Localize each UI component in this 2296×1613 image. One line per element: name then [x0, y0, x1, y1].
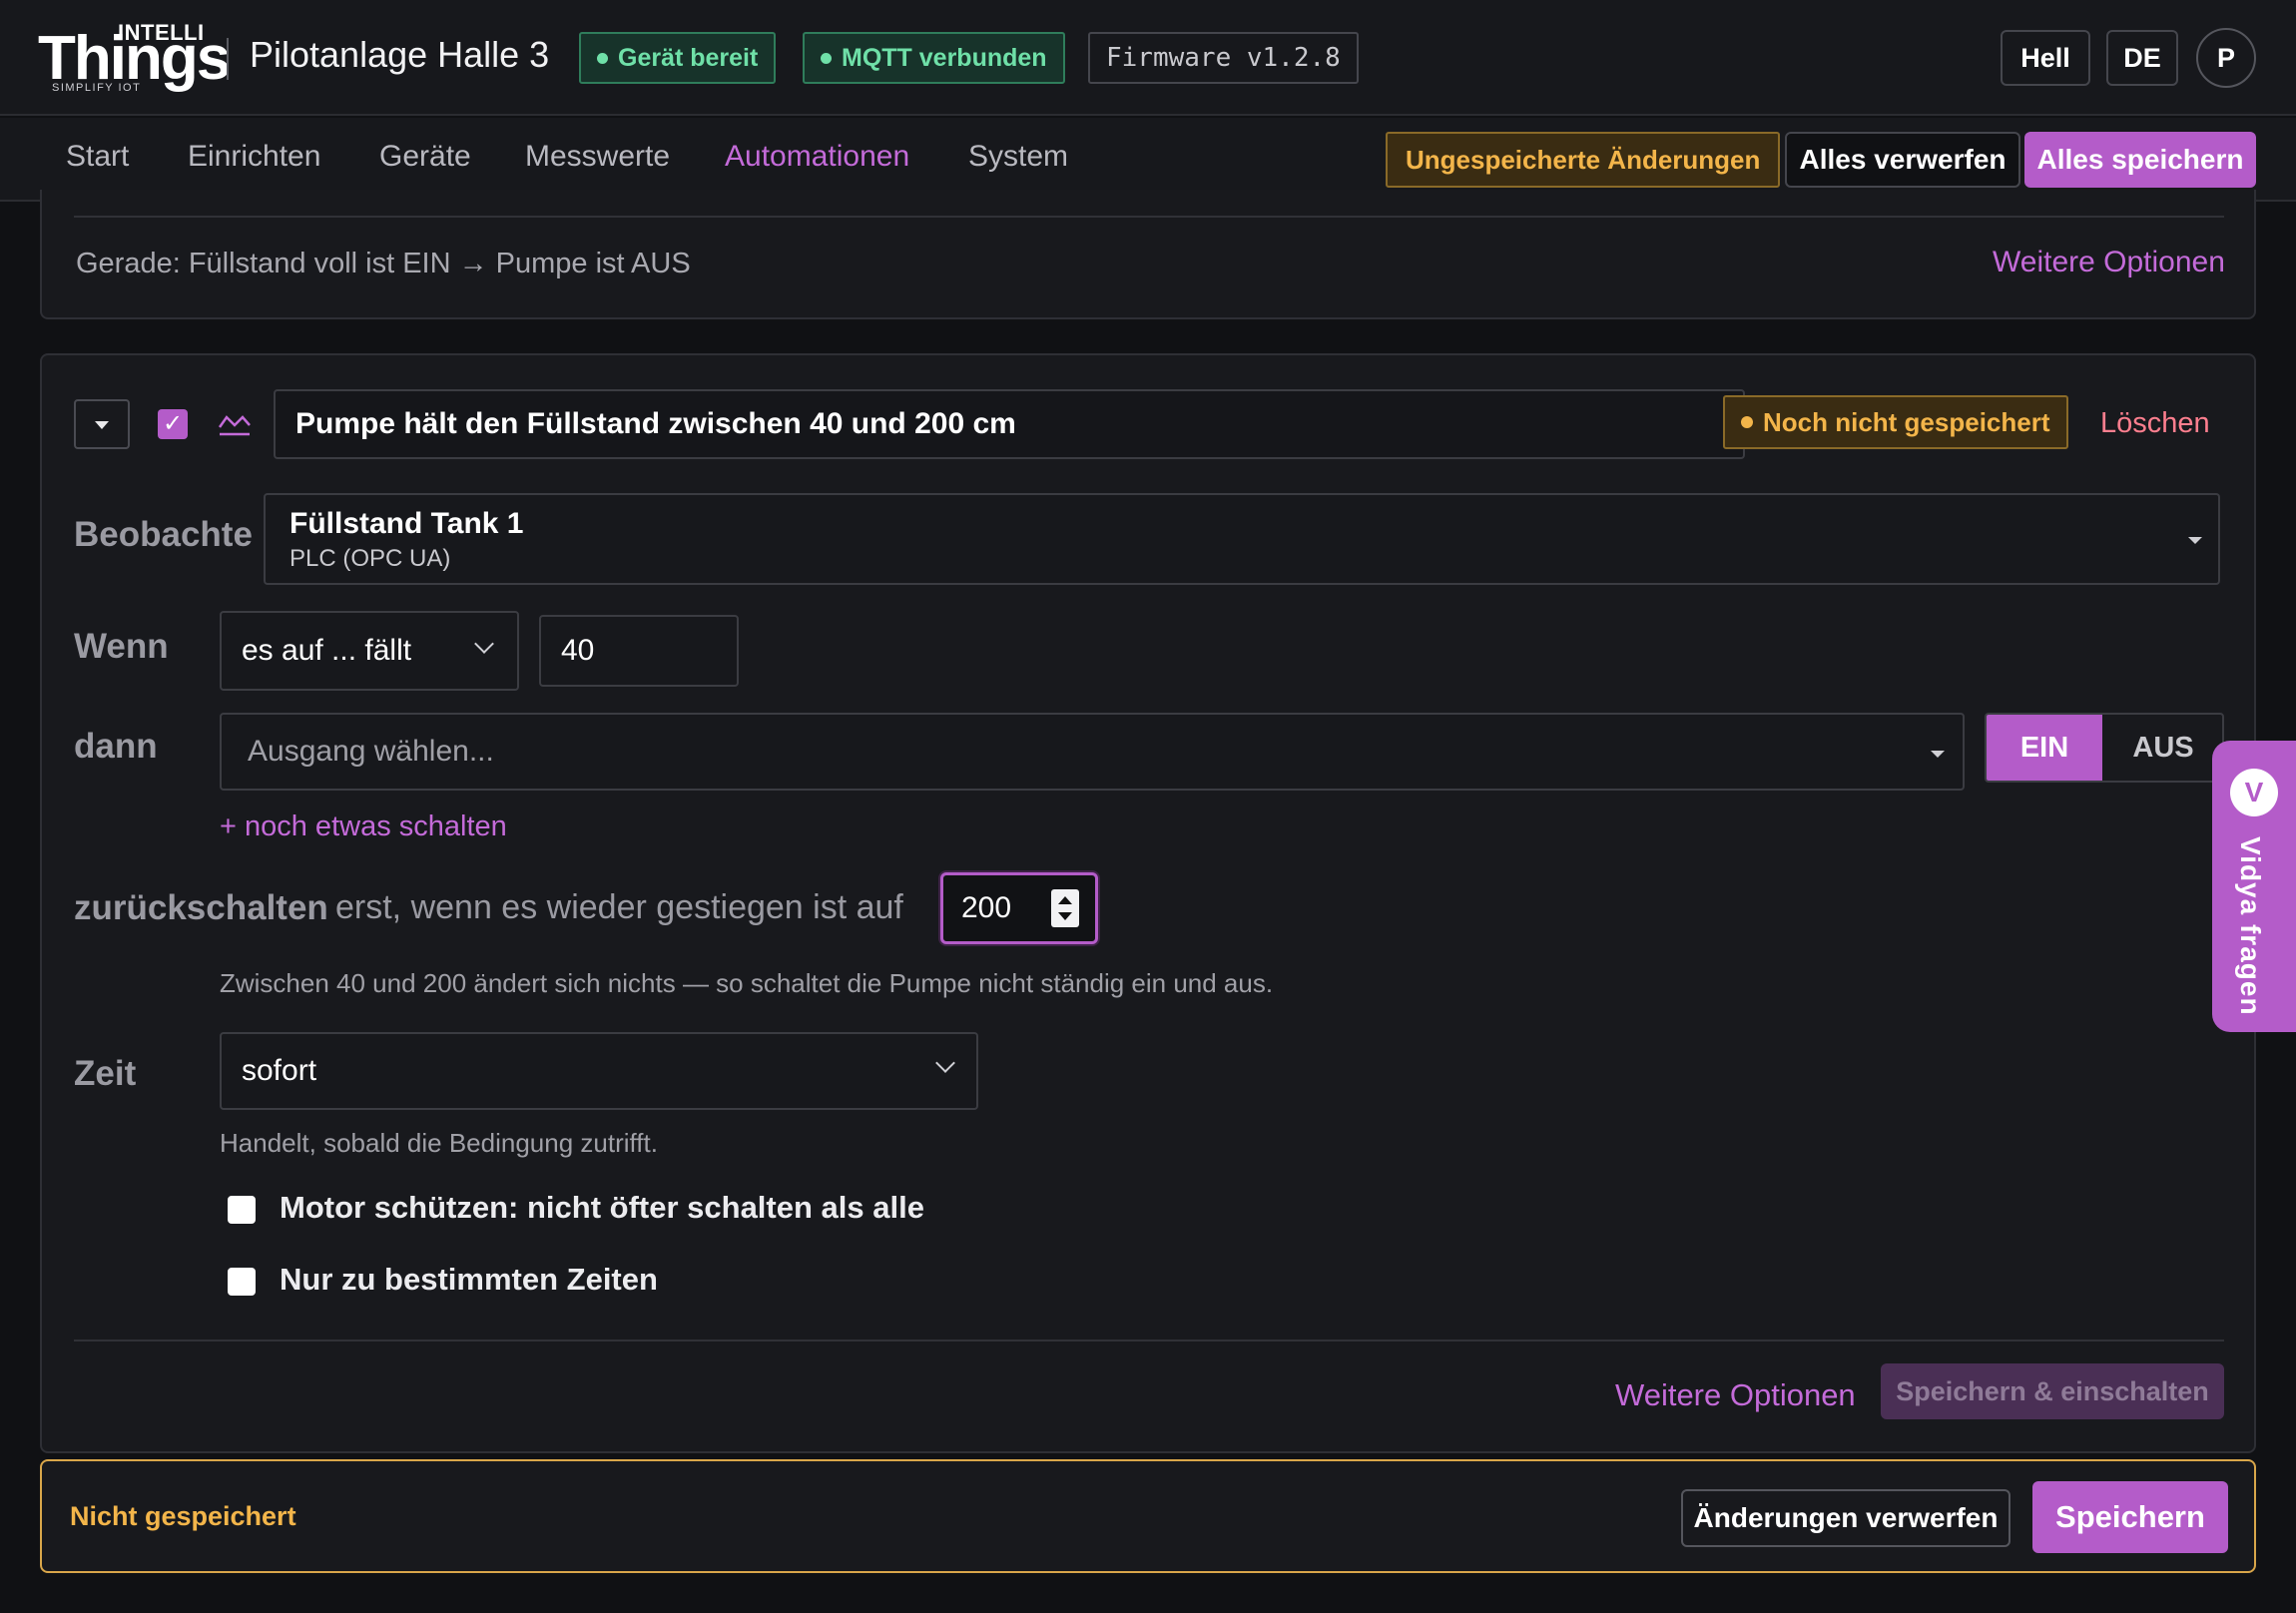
mqtt-status-text: MQTT verbunden	[842, 44, 1047, 72]
language-button[interactable]: DE	[2106, 30, 2178, 86]
caret-down-icon	[2188, 537, 2202, 544]
observe-label: Beobachte	[74, 515, 253, 554]
discard-changes-button[interactable]: Änderungen verwerfen	[1681, 1489, 2010, 1547]
collapse-toggle-button[interactable]	[74, 399, 130, 449]
motor-protect-checkbox[interactable]	[228, 1196, 256, 1224]
save-all-button[interactable]: Alles speichern	[2024, 132, 2256, 188]
caret-down-icon	[1931, 751, 1945, 758]
tab-geraete[interactable]: Geräte	[379, 140, 471, 174]
tab-messwerte[interactable]: Messwerte	[525, 140, 670, 174]
more-options-link[interactable]: Weitere Optionen	[1615, 1377, 1856, 1413]
chevron-down-icon	[935, 1053, 955, 1073]
threshold-input[interactable]: 40	[539, 615, 739, 687]
hysteresis-hint: Zwischen 40 und 200 ändert sich nichts —…	[220, 968, 1274, 998]
device-status-text: Gerät bereit	[618, 44, 759, 72]
divider	[74, 216, 2224, 218]
status-dot-icon	[597, 53, 608, 64]
output-placeholder: Ausgang wählen...	[248, 735, 494, 768]
sensor-name: Füllstand Tank 1	[289, 507, 524, 540]
on-off-toggle: EIN AUS	[1985, 713, 2224, 783]
tab-system[interactable]: System	[968, 140, 1068, 174]
top-bar: INTELLI Things SIMPLIFY IOT Pilotanlage …	[0, 0, 2296, 116]
when-label: Wenn	[74, 627, 169, 666]
time-hint: Handelt, sobald die Bedingung zutrifft.	[220, 1128, 658, 1158]
time-window-checkbox[interactable]	[228, 1268, 256, 1296]
sensor-select[interactable]: Füllstand Tank 1 PLC (OPC UA)	[264, 493, 2220, 585]
rule-unsaved-badge: Noch nicht gespeichert	[1723, 395, 2068, 449]
condition-value: es auf ... fällt	[242, 634, 412, 667]
hysteresis-icon	[218, 415, 251, 436]
firmware-badge: Firmware v1.2.8	[1088, 32, 1359, 84]
site-name: Pilotanlage Halle 3	[250, 34, 550, 75]
discard-all-button[interactable]: Alles verwerfen	[1785, 132, 2020, 188]
switch-back-label: zurückschalten	[74, 888, 328, 927]
previous-rule-card: Gerade: Füllstand voll ist EIN → Pumpe i…	[40, 190, 2256, 319]
off-option-button[interactable]: AUS	[2102, 715, 2222, 781]
rule-editor-card: ✓ Pumpe hält den Füllstand zwischen 40 u…	[40, 353, 2256, 1453]
assistant-side-tab[interactable]: V Vidya fragen	[2212, 741, 2296, 1032]
chevron-down-icon	[474, 634, 494, 654]
rule-status-text: Noch nicht gespeichert	[1763, 407, 2050, 437]
user-avatar[interactable]: P	[2196, 28, 2256, 88]
delete-rule-link[interactable]: Löschen	[2100, 407, 2210, 440]
rule-title-input[interactable]: Pumpe hält den Füllstand zwischen 40 und…	[274, 389, 1745, 459]
tab-start[interactable]: Start	[66, 140, 129, 174]
number-spinner-icon[interactable]	[1051, 889, 1079, 927]
header-divider	[227, 38, 229, 80]
then-label: dann	[74, 727, 158, 766]
add-action-link[interactable]: + noch etwas schalten	[220, 810, 507, 843]
switch-back-text: erst, wenn es wieder gestiegen ist auf	[335, 888, 903, 926]
warning-dot-icon	[1741, 416, 1753, 428]
save-and-enable-button[interactable]: Speichern & einschalten	[1881, 1363, 2224, 1419]
tab-automationen[interactable]: Automationen	[725, 140, 909, 174]
footer-status-text: Nicht gespeichert	[70, 1501, 296, 1531]
status-dot-icon	[821, 53, 832, 64]
theme-toggle-button[interactable]: Hell	[2001, 30, 2090, 86]
save-button[interactable]: Speichern	[2032, 1481, 2228, 1553]
return-threshold-input[interactable]: 200	[940, 872, 1098, 944]
logo-tagline: SIMPLIFY IOT	[52, 82, 142, 94]
mqtt-status-badge: MQTT verbunden	[803, 32, 1065, 84]
device-status-badge: Gerät bereit	[579, 32, 777, 84]
rule-enabled-checkbox[interactable]: ✓	[158, 409, 188, 439]
intellithings-logo[interactable]: INTELLI Things SIMPLIFY IOT	[38, 18, 231, 96]
more-options-link[interactable]: Weitere Optionen	[1993, 246, 2225, 279]
logo-main-text: Things	[38, 24, 231, 93]
return-threshold-value: 200	[961, 891, 1012, 924]
divider	[74, 1340, 2224, 1342]
rule-state-summary: Gerade: Füllstand voll ist EIN → Pumpe i…	[76, 248, 691, 279]
time-label: Zeit	[74, 1054, 137, 1093]
time-value: sofort	[242, 1054, 317, 1087]
output-select[interactable]: Ausgang wählen...	[220, 713, 1965, 791]
on-option-button[interactable]: EIN	[1987, 715, 2102, 781]
sensor-source: PLC (OPC UA)	[289, 545, 451, 572]
time-select[interactable]: sofort	[220, 1032, 978, 1110]
unsaved-changes-badge: Ungespeicherte Änderungen	[1386, 132, 1781, 188]
time-window-label[interactable]: Nur zu bestimmten Zeiten	[280, 1262, 658, 1298]
assistant-label: Vidya fragen	[2235, 836, 2266, 1016]
tab-einrichten[interactable]: Einrichten	[188, 140, 320, 174]
condition-select[interactable]: es auf ... fällt	[220, 611, 519, 691]
motor-protect-label[interactable]: Motor schützen: nicht öfter schalten als…	[280, 1190, 924, 1226]
assistant-avatar: V	[2230, 769, 2278, 816]
unsaved-footer-bar: Nicht gespeichert Änderungen verwerfen S…	[40, 1459, 2256, 1573]
